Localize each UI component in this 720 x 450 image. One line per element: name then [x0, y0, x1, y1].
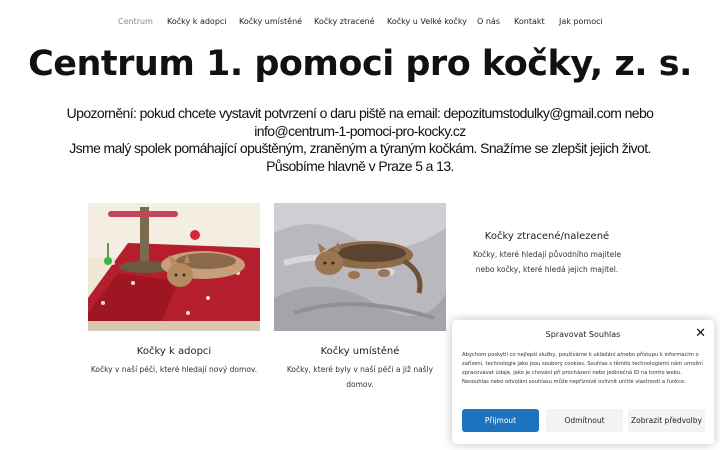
adopted-cat-photo[interactable]	[274, 203, 446, 331]
card-title-adopce[interactable]: Kočky k adopci	[74, 346, 274, 357]
intro-text: Upozornění: pokud chcete vystavit potvrz…	[60, 105, 660, 175]
close-icon[interactable]: ✕	[695, 326, 706, 341]
consent-title: Spravovat Souhlas	[545, 330, 621, 339]
nav-item-velka-kocka[interactable]: Kočky u Velké kočky	[387, 15, 467, 29]
accept-button[interactable]: Přijmout	[462, 409, 539, 432]
card-desc-line: Kočky, které byly v naší péči a již našl…	[286, 365, 434, 374]
nav-item-o-nas[interactable]: O nás	[477, 15, 500, 29]
card-desc-ztracene: Kočky, které hledají původního majitele …	[447, 247, 647, 277]
nav-item-jak-pomoci[interactable]: Jak pomoci	[559, 15, 603, 29]
card-title-umistene[interactable]: Kočky umístěné	[260, 346, 460, 357]
notice-line: Upozornění: pokud chcete vystavit potvrz…	[66, 105, 654, 121]
nav-item-centrum[interactable]: Centrum	[118, 15, 153, 29]
card-desc-line: Kočky, které hledají původního majitele	[473, 250, 621, 259]
about-line: Jsme malý spolek pomáhající opuštěným, z…	[69, 140, 651, 156]
page-title: Centrum 1. pomoci pro kočky, z. s.	[28, 44, 692, 84]
cat-photo-1	[88, 203, 260, 331]
notice-email-link[interactable]: info@centrum-1-pomoci-pro-kocky.cz	[60, 123, 660, 141]
card-desc-adopce: Kočky v naší péči, které hledají nový do…	[74, 362, 274, 377]
card-desc-line: Kočky v naší péči, které hledají nový do…	[90, 365, 258, 374]
location-line: Působíme hlavně v Praze 5 a 13.	[266, 157, 454, 174]
card-title-ztracene[interactable]: Kočky ztracené/nalezené	[447, 231, 647, 242]
consent-text: Abychom poskytli co nejlepší služby, pou…	[462, 352, 703, 385]
cat-photo-2	[274, 203, 446, 331]
nav-item-ztracene[interactable]: Kočky ztracené	[314, 15, 375, 29]
adoption-cat-photo[interactable]	[88, 203, 260, 331]
nav-item-kontakt[interactable]: Kontakt	[514, 15, 545, 29]
card-desc-line: domov.	[346, 380, 374, 389]
preferences-button[interactable]: Zobrazit předvolby	[628, 409, 705, 432]
nav-item-adopce[interactable]: Kočky k adopci	[167, 15, 227, 29]
main-nav: Centrum Kočky k adopci Kočky umístěné Ko…	[0, 15, 720, 31]
cookie-consent-dialog: Spravovat Souhlas ✕ Abychom poskytli co …	[452, 320, 714, 444]
card-desc-umistene: Kočky, které byly v naší péči a již našl…	[260, 362, 460, 392]
nav-item-umistene[interactable]: Kočky umístěné	[239, 15, 302, 29]
card-desc-line: nebo kočky, které hledá jejich majitel.	[475, 265, 619, 274]
deny-button[interactable]: Odmítnout	[546, 409, 623, 432]
